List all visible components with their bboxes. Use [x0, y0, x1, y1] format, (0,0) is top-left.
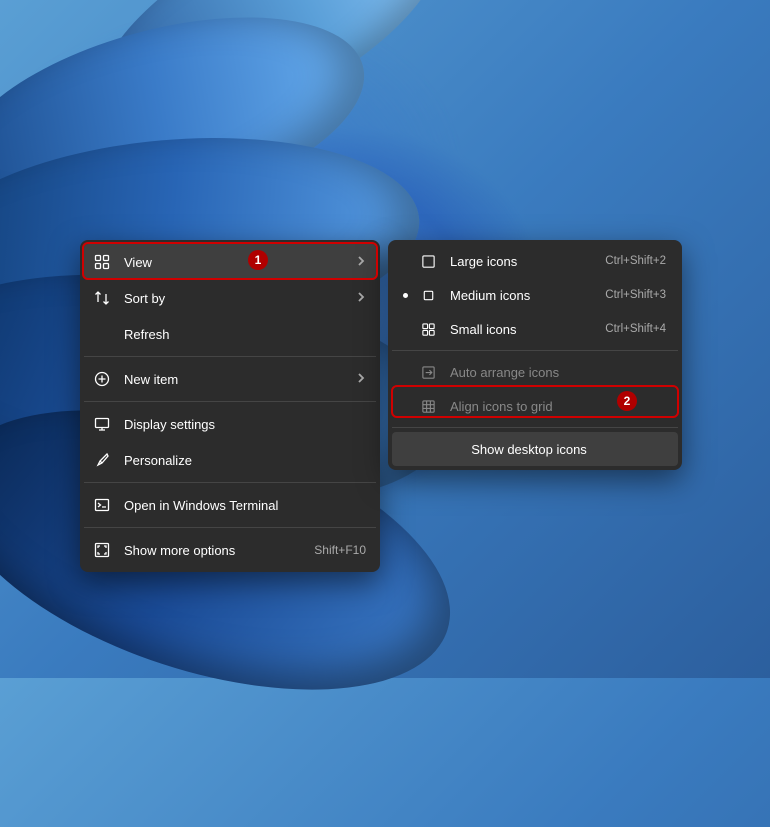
submenu-item-auto-arrange[interactable]: Auto arrange icons	[392, 355, 678, 389]
menu-item-display-settings[interactable]: Display settings	[84, 406, 376, 442]
submenu-item-large-icons[interactable]: Large icons Ctrl+Shift+2	[392, 244, 678, 278]
menu-item-sort-by[interactable]: Sort by	[84, 280, 376, 316]
medium-icons-icon	[420, 287, 436, 303]
menu-item-label: Sort by	[124, 291, 356, 306]
submenu-shortcut: Ctrl+Shift+3	[605, 289, 666, 301]
menu-separator	[84, 356, 376, 357]
view-submenu: Large icons Ctrl+Shift+2 Medium icons Ct…	[388, 240, 682, 470]
menu-item-show-more[interactable]: Show more options Shift+F10	[84, 532, 376, 568]
submenu-label: Small icons	[450, 322, 605, 337]
submenu-label: Large icons	[450, 254, 605, 269]
brush-icon	[94, 452, 110, 468]
display-icon	[94, 416, 110, 432]
annotation-badge-2: 2	[617, 391, 637, 411]
submenu-shortcut: Ctrl+Shift+2	[605, 255, 666, 267]
menu-separator	[392, 427, 678, 428]
submenu-shortcut: Ctrl+Shift+4	[605, 323, 666, 335]
grid-icon	[94, 254, 110, 270]
menu-item-new[interactable]: New item	[84, 361, 376, 397]
menu-separator	[84, 401, 376, 402]
sort-icon	[94, 290, 110, 306]
submenu-item-medium-icons[interactable]: Medium icons Ctrl+Shift+3	[392, 278, 678, 312]
menu-separator	[84, 527, 376, 528]
small-icons-icon	[420, 321, 436, 337]
auto-arrange-icon	[420, 364, 436, 380]
radio-selected	[398, 293, 412, 298]
menu-item-personalize[interactable]: Personalize	[84, 442, 376, 478]
submenu-label: Auto arrange icons	[450, 365, 666, 380]
menu-item-label: Personalize	[124, 453, 366, 468]
menu-item-refresh[interactable]: Refresh	[84, 316, 376, 352]
large-icons-icon	[420, 253, 436, 269]
expand-icon	[94, 542, 110, 558]
menu-item-label: New item	[124, 372, 356, 387]
submenu-label: Medium icons	[450, 288, 605, 303]
chevron-right-icon	[356, 291, 366, 305]
desktop-context-menu: View Sort by Refresh New item Display se…	[80, 240, 380, 572]
menu-shortcut: Shift+F10	[314, 543, 366, 557]
menu-item-label: Refresh	[124, 327, 366, 342]
menu-item-label: Open in Windows Terminal	[124, 498, 366, 513]
terminal-icon	[94, 497, 110, 513]
submenu-item-show-desktop-icons[interactable]: Show desktop icons	[392, 432, 678, 466]
submenu-label: Show desktop icons	[471, 442, 587, 457]
plus-circle-icon	[94, 371, 110, 387]
menu-item-terminal[interactable]: Open in Windows Terminal	[84, 487, 376, 523]
submenu-item-small-icons[interactable]: Small icons Ctrl+Shift+4	[392, 312, 678, 346]
menu-item-view[interactable]: View	[84, 244, 376, 280]
blank-icon	[94, 326, 110, 342]
menu-item-label: Display settings	[124, 417, 366, 432]
chevron-right-icon	[356, 255, 366, 269]
chevron-right-icon	[356, 372, 366, 386]
menu-item-label: View	[124, 255, 356, 270]
annotation-badge-1: 1	[248, 250, 268, 270]
menu-item-label: Show more options	[124, 543, 314, 558]
menu-separator	[84, 482, 376, 483]
menu-separator	[392, 350, 678, 351]
align-grid-icon	[420, 398, 436, 414]
